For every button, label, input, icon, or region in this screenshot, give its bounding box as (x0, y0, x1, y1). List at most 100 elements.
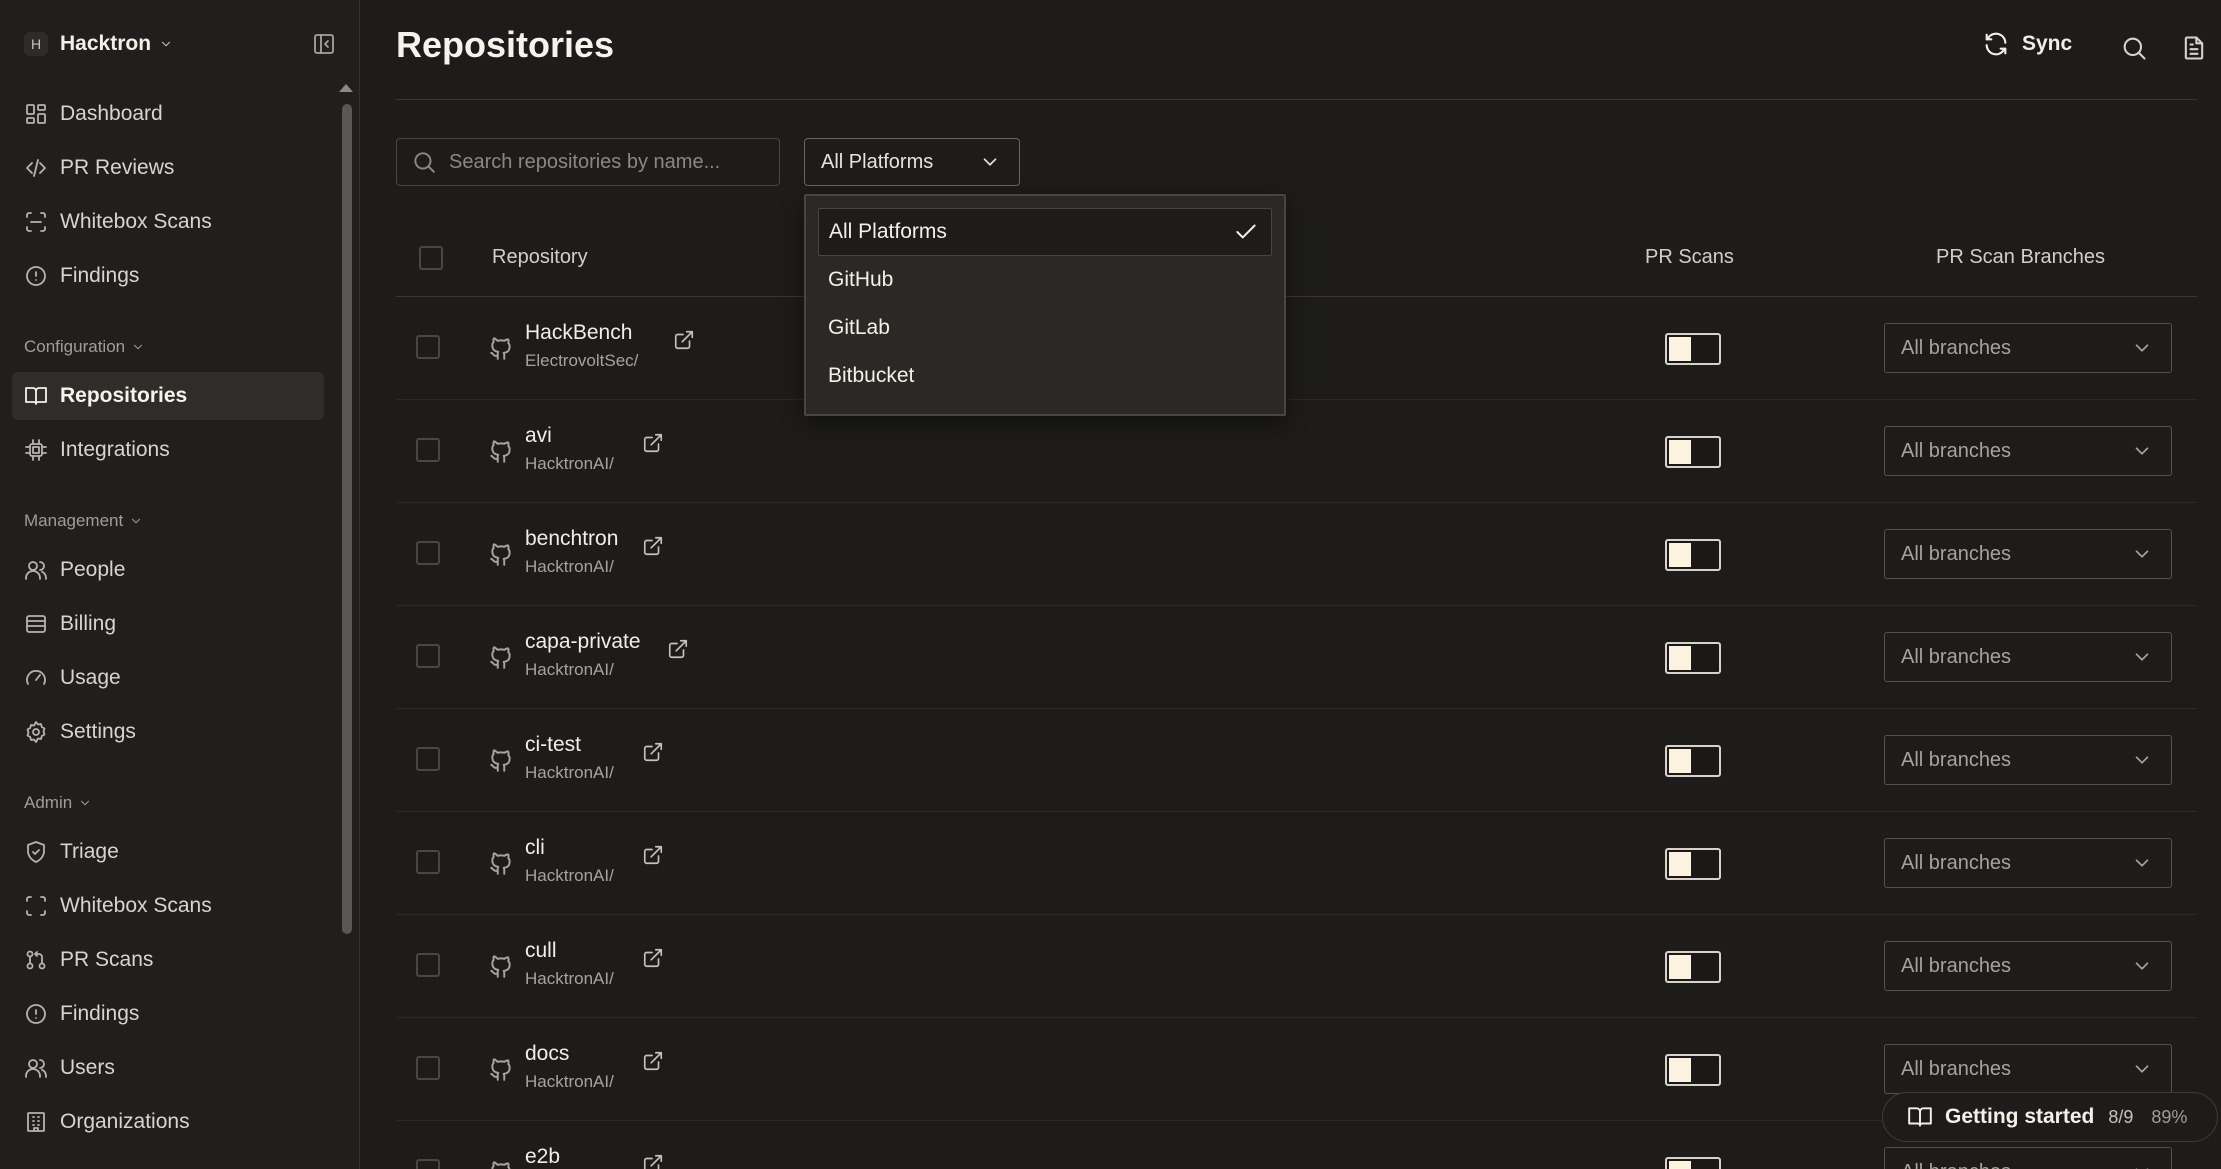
github-icon (490, 646, 511, 669)
chevron-down-icon (162, 41, 171, 47)
select-all-checkbox[interactable] (419, 246, 443, 270)
search-button[interactable] (2120, 34, 2148, 62)
row-checkbox[interactable] (416, 850, 440, 874)
section-management-toggle[interactable]: Management (24, 511, 143, 531)
scan-icon (26, 896, 46, 916)
external-link-icon[interactable] (642, 1050, 664, 1072)
platform-option-all[interactable]: All Platforms (818, 208, 1272, 256)
platform-option-bitbucket[interactable]: Bitbucket (818, 352, 1272, 400)
building-icon (27, 1112, 45, 1132)
github-icon (490, 440, 511, 463)
sidebar-item-usage[interactable]: Usage (12, 654, 324, 702)
platform-filter-select[interactable]: All Platforms (804, 138, 1020, 186)
sidebar-item-repositories[interactable]: Repositories (12, 372, 324, 420)
getting-started-label: Getting started (1945, 1105, 2095, 1128)
sidebar-item-admin-findings[interactable]: Findings (12, 990, 324, 1038)
sidebar-item-admin-whitebox-scans[interactable]: Whitebox Scans (12, 882, 324, 930)
branches-select[interactable]: All branches (1884, 632, 2172, 682)
row-checkbox[interactable] (416, 953, 440, 977)
platform-dropdown-menu: All Platforms GitHub GitLab Bitbucket (804, 194, 1286, 416)
sidebar-item-findings[interactable]: Findings (12, 252, 324, 300)
sidebar-item-pr-reviews[interactable]: PR Reviews (12, 144, 324, 192)
sidebar-item-dashboard[interactable]: Dashboard (12, 90, 324, 138)
platform-filter-value: All Platforms (821, 150, 934, 173)
sidebar-item-settings[interactable]: Settings (12, 708, 324, 756)
repo-name: ci-test (525, 733, 582, 756)
repo-owner: HacktronAI/ (525, 454, 614, 473)
sidebar-item-organizations[interactable]: Organizations (12, 1098, 324, 1146)
branches-select[interactable]: All branches (1884, 838, 2172, 888)
pr-scans-toggle[interactable] (1665, 848, 1721, 880)
branches-select[interactable]: All branches (1884, 735, 2172, 785)
external-link-icon[interactable] (642, 947, 664, 969)
branches-select[interactable]: All branches (1884, 426, 2172, 476)
sidebar-item-pr-scans[interactable]: PR Scans (12, 936, 324, 984)
table-row: benchtron HacktronAI/ All branches (396, 503, 2197, 606)
external-link-icon[interactable] (642, 741, 664, 763)
chevron-down-icon (2135, 1065, 2149, 1073)
scroll-up-arrow-icon[interactable] (339, 84, 353, 92)
sidebar-toggle-icon (314, 34, 334, 54)
row-checkbox[interactable] (416, 644, 440, 668)
section-configuration-toggle[interactable]: Configuration (24, 337, 145, 357)
external-link-icon[interactable] (642, 535, 664, 557)
pr-scans-toggle[interactable] (1665, 436, 1721, 468)
branches-select[interactable]: All branches (1884, 529, 2172, 579)
row-checkbox[interactable] (416, 438, 440, 462)
toggle-knob (1669, 337, 1691, 361)
row-checkbox[interactable] (416, 747, 440, 771)
pr-scans-toggle[interactable] (1665, 1054, 1721, 1086)
external-link-icon[interactable] (642, 432, 664, 454)
column-header-repository[interactable]: Repository (492, 246, 588, 269)
pr-scans-toggle[interactable] (1665, 539, 1721, 571)
pr-scans-toggle[interactable] (1665, 1157, 1721, 1169)
github-icon (490, 337, 511, 360)
sidebar-item-billing[interactable]: Billing (12, 600, 324, 648)
pr-scans-toggle[interactable] (1665, 642, 1721, 674)
sidebar-item-label: Usage (60, 666, 121, 689)
gauge-icon (26, 670, 46, 685)
pr-scans-toggle[interactable] (1665, 333, 1721, 365)
external-link-icon[interactable] (667, 638, 689, 660)
branches-select[interactable]: All branches (1884, 1044, 2172, 1094)
platform-option-gitlab[interactable]: GitLab (818, 304, 1272, 352)
pr-scans-toggle[interactable] (1665, 745, 1721, 777)
collapse-sidebar-button[interactable] (312, 32, 336, 56)
branches-select[interactable]: All branches (1884, 323, 2172, 373)
sync-button[interactable]: Sync (1982, 30, 2072, 58)
chevron-down-icon (2135, 756, 2149, 764)
branches-select[interactable]: All branches (1884, 941, 2172, 991)
sidebar-item-integrations[interactable]: Integrations (12, 426, 324, 474)
chevron-down-icon (2135, 653, 2149, 661)
pr-scans-toggle[interactable] (1665, 951, 1721, 983)
repo-owner: HacktronAI/ (525, 1072, 614, 1091)
external-link-icon[interactable] (642, 1153, 664, 1169)
row-checkbox[interactable] (416, 1159, 440, 1169)
row-checkbox[interactable] (416, 335, 440, 359)
org-switcher[interactable]: H Hacktron (24, 26, 173, 62)
sidebar-item-whitebox-scans[interactable]: Whitebox Scans (12, 198, 324, 246)
getting-started-button[interactable]: Getting started 8/9 89% (1882, 1092, 2218, 1142)
section-admin-toggle[interactable]: Admin (24, 793, 92, 813)
chevron-down-icon (2135, 550, 2149, 558)
sidebar-item-people[interactable]: People (12, 546, 324, 594)
repository-search[interactable] (396, 138, 780, 186)
sidebar-scroll-thumb[interactable] (342, 104, 352, 934)
sidebar-item-label: Settings (60, 720, 136, 743)
sidebar-item-triage[interactable]: Triage (12, 828, 324, 876)
row-checkbox[interactable] (416, 1056, 440, 1080)
branches-select[interactable]: All branches (1884, 1147, 2172, 1169)
platform-option-github[interactable]: GitHub (818, 256, 1272, 304)
chevron-down-icon (134, 344, 143, 350)
sidebar-item-label: Whitebox Scans (60, 210, 212, 233)
docs-button[interactable] (2180, 34, 2208, 62)
search-input[interactable] (449, 150, 769, 174)
sidebar-item-label: Users (60, 1056, 115, 1079)
sidebar-item-users[interactable]: Users (12, 1044, 324, 1092)
check-icon (1236, 224, 1256, 239)
sidebar-item-label: PR Scans (60, 948, 154, 971)
row-checkbox[interactable] (416, 541, 440, 565)
section-label: Admin (24, 793, 73, 812)
external-link-icon[interactable] (673, 329, 695, 351)
external-link-icon[interactable] (642, 844, 664, 866)
